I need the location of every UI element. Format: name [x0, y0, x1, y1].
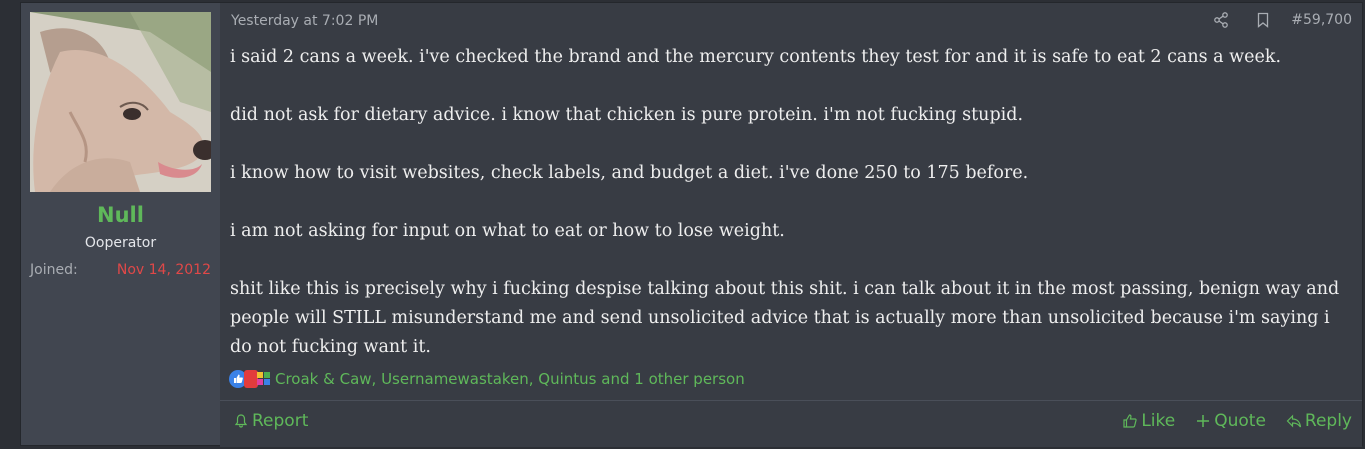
post-header-tools: #59,700 — [1213, 12, 1352, 28]
thumbs-up-icon — [1122, 413, 1138, 429]
avatar[interactable] — [30, 12, 211, 192]
post-main: Yesterday at 7:02 PM #59,700 i said 2 ca… — [220, 3, 1362, 447]
reaction-icons — [229, 370, 270, 388]
user-title: Ooperator — [84, 235, 157, 251]
post-paragraph: i know how to visit websites, check labe… — [230, 163, 1029, 183]
joined-date: Nov 14, 2012 — [116, 262, 211, 278]
reactions-bar[interactable]: Croak & Caw, Usernamewastaken, Quintus a… — [229, 370, 745, 388]
reply-button[interactable]: Reply — [1286, 411, 1352, 431]
post-paragraph: did not ask for dietary advice. i know t… — [230, 105, 1024, 125]
post-paragraph: shit like this is precisely why i fuckin… — [230, 279, 1340, 357]
quote-label: Quote — [1214, 411, 1266, 431]
post-body: i said 2 cans a week. i've checked the b… — [230, 43, 1340, 362]
post-actions: Like Quote Reply — [1122, 411, 1352, 431]
puzzle-reaction-icon — [255, 370, 273, 388]
post-timestamp[interactable]: Yesterday at 7:02 PM — [231, 13, 378, 29]
bell-icon — [233, 413, 249, 429]
post-number[interactable]: #59,700 — [1291, 12, 1352, 28]
quote-button[interactable]: Quote — [1195, 411, 1266, 431]
reactions-list[interactable]: Croak & Caw, Usernamewastaken, Quintus a… — [275, 370, 745, 388]
report-button[interactable]: Report — [233, 411, 308, 431]
username[interactable]: Null — [21, 203, 220, 227]
like-button[interactable]: Like — [1122, 411, 1175, 431]
post-container: Null Ooperator Joined: Nov 14, 2012 Yest… — [20, 2, 1363, 447]
reply-icon — [1286, 413, 1302, 429]
share-icon[interactable] — [1213, 12, 1229, 28]
post-paragraph: i am not asking for input on what to eat… — [230, 221, 785, 241]
report-label: Report — [252, 411, 309, 431]
bookmark-icon[interactable] — [1255, 12, 1271, 28]
plus-icon — [1195, 413, 1211, 429]
post-paragraph: i said 2 cans a week. i've checked the b… — [230, 47, 1282, 67]
reply-label: Reply — [1304, 411, 1352, 431]
joined-label: Joined: — [30, 262, 78, 278]
dog-avatar-icon — [30, 12, 211, 192]
user-sidebar: Null Ooperator Joined: Nov 14, 2012 — [21, 3, 220, 445]
post-footer: Report Like Quote Reply — [220, 400, 1362, 447]
like-label: Like — [1141, 411, 1176, 431]
